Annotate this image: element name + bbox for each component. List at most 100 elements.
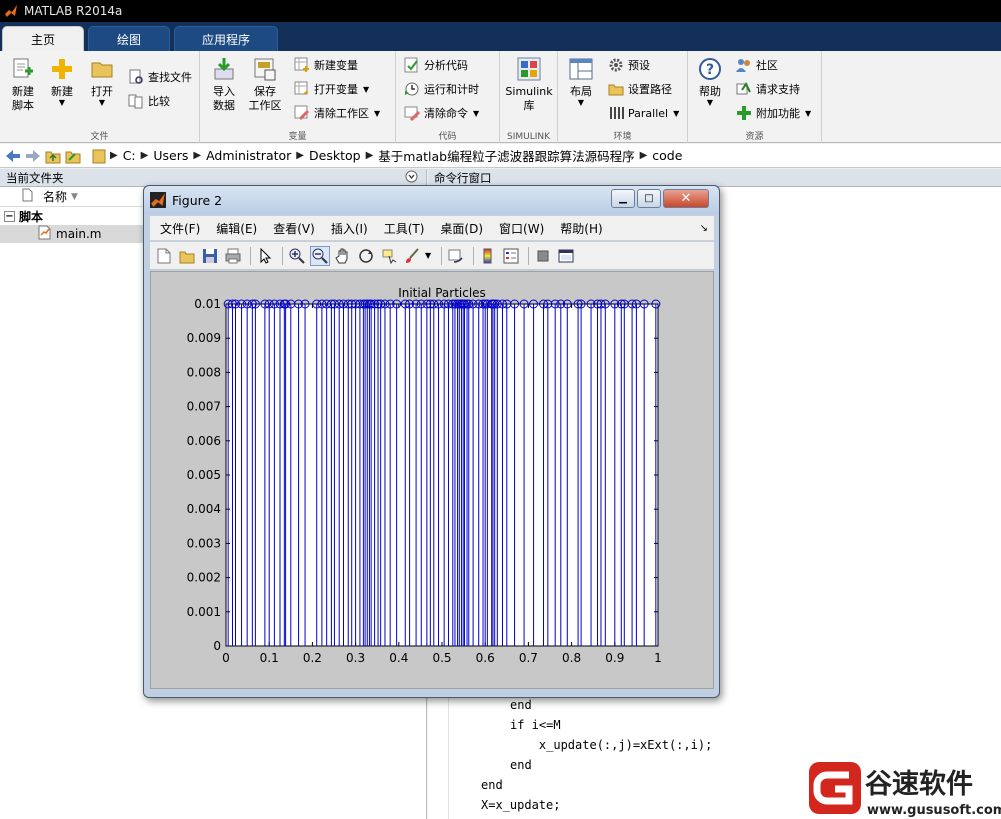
group-label-resources: 资源: [745, 132, 764, 142]
tab-plots[interactable]: 绘图: [88, 26, 170, 51]
figure-title: Figure 2: [172, 192, 223, 208]
run-and-time-button[interactable]: 运行和计时: [404, 79, 479, 99]
open-file-icon[interactable]: [177, 246, 197, 266]
new-button[interactable]: 新建 ▼: [46, 56, 78, 107]
menu-view[interactable]: 查看(V): [273, 220, 315, 237]
code-line: if i<=M: [510, 718, 561, 732]
path-separator: ▶: [365, 150, 374, 161]
menu-window[interactable]: 窗口(W): [499, 220, 544, 237]
dock-arrow-icon[interactable]: ↘: [700, 223, 708, 234]
analyze-code-button[interactable]: 分析代码: [404, 55, 468, 75]
group-label-environment: 环境: [613, 132, 632, 142]
rotate-3d-icon[interactable]: [356, 246, 376, 266]
clear-commands-button[interactable]: 清除命令 ▼: [404, 103, 479, 123]
stem-plot[interactable]: Initial Particles 0 0.1 0.2 0.3 0.4 0.5 0.6 0.7 0…: [151, 272, 713, 688]
breadcrumb-users[interactable]: Users: [153, 148, 188, 163]
legend-icon[interactable]: [501, 246, 521, 266]
browse-folder-icon[interactable]: [64, 147, 82, 165]
open-button[interactable]: 打开 ▼: [86, 56, 118, 107]
chevron-down-icon[interactable]: ▼: [425, 251, 431, 260]
collapse-icon[interactable]: −: [4, 210, 15, 222]
clear-workspace-button[interactable]: 清除工作区 ▼: [294, 103, 380, 123]
brush-icon[interactable]: [402, 246, 422, 266]
figure-window[interactable]: Figure 2 ▁ □ ✕ 文件(F) 编辑(E) 查看(V) 插入(I) 工…: [143, 185, 720, 698]
svg-text:?: ?: [706, 62, 714, 78]
close-icon: ✕: [680, 191, 692, 206]
pointer-icon[interactable]: [255, 246, 275, 266]
minimize-button[interactable]: ▁: [611, 189, 635, 208]
help-button[interactable]: ? 帮助 ▼: [696, 56, 724, 107]
new-script-button[interactable]: 新建 脚本: [6, 56, 40, 113]
gususoft-watermark: 谷速软件 www.gususoft.com: [805, 760, 1001, 819]
ribbon-group-environment: 布局 ▼ 预设 设置路径 Parallel ▼ 环境: [558, 51, 688, 143]
code-line: end: [510, 698, 532, 712]
zoom-in-icon[interactable]: [287, 246, 307, 266]
print-icon[interactable]: [223, 246, 243, 266]
figure-titlebar[interactable]: Figure 2 ▁ □ ✕: [144, 186, 719, 214]
current-folder-title: 当前文件夹: [6, 170, 64, 185]
new-variable-button[interactable]: 新建变量: [294, 55, 358, 75]
breadcrumb-code[interactable]: code: [652, 148, 682, 163]
zoom-out-icon[interactable]: [310, 245, 330, 266]
back-arrow-icon[interactable]: [4, 147, 22, 165]
close-button[interactable]: ✕: [663, 189, 709, 208]
community-label: 社区: [756, 59, 778, 72]
colorbar-icon[interactable]: [478, 246, 498, 266]
find-files-button[interactable]: 查找文件: [128, 67, 192, 87]
compare-button[interactable]: 比较: [128, 91, 170, 111]
chart-title: Initial Particles: [398, 286, 486, 300]
open-variable-button[interactable]: 打开变量 ▼: [294, 79, 369, 99]
menu-tools[interactable]: 工具(T): [384, 220, 425, 237]
x-tick-label: 0.8: [562, 651, 581, 665]
x-tick-label: 0.3: [346, 651, 365, 665]
menu-file[interactable]: 文件(F): [160, 220, 200, 237]
simulink-library-button[interactable]: Simulink 库: [504, 56, 554, 113]
x-tick-label: 0: [222, 651, 230, 665]
link-plot-icon[interactable]: [446, 246, 466, 266]
y-tick-label: 0.006: [187, 434, 221, 448]
menu-help[interactable]: 帮助(H): [560, 220, 602, 237]
tab-apps[interactable]: 应用程序: [174, 26, 278, 51]
panel-menu-icon[interactable]: [405, 170, 418, 186]
new-figure-icon[interactable]: [154, 246, 174, 266]
help-label: 帮助: [699, 85, 721, 98]
tab-home[interactable]: 主页: [2, 26, 84, 51]
layout-button[interactable]: 布局 ▼: [566, 56, 596, 107]
column-name-label: 名称: [43, 190, 68, 204]
breadcrumb-project[interactable]: 基于matlab编程粒子滤波器跟踪算法源码程序: [378, 146, 634, 165]
tree-file-label: main.m: [56, 227, 102, 241]
sort-arrow-icon: ▼: [71, 191, 78, 202]
community-button[interactable]: 社区: [736, 55, 778, 75]
request-support-label: 请求支持: [756, 83, 800, 96]
menu-desktop[interactable]: 桌面(D): [440, 220, 483, 237]
request-support-button[interactable]: 请求支持: [736, 79, 800, 99]
parallel-button[interactable]: Parallel ▼: [608, 103, 679, 123]
pan-hand-icon[interactable]: [333, 246, 353, 266]
ribbon-group-code: 分析代码 运行和计时 清除命令 ▼ 代码: [396, 51, 500, 143]
new-label: 新建: [51, 85, 73, 98]
show-plot-tools-icon[interactable]: [556, 246, 576, 266]
preferences-button[interactable]: 预设: [608, 55, 650, 75]
maximize-button[interactable]: □: [637, 189, 661, 208]
figure-canvas[interactable]: Initial Particles 0 0.1 0.2 0.3 0.4 0.5 0.6 0.7 0…: [150, 271, 714, 689]
addons-button[interactable]: 附加功能 ▼: [736, 103, 811, 123]
save-icon[interactable]: [200, 246, 220, 266]
menu-insert[interactable]: 插入(I): [331, 220, 368, 237]
up-folder-icon[interactable]: [44, 147, 62, 165]
save-workspace-icon: [252, 56, 278, 82]
community-icon: [736, 57, 752, 73]
forward-arrow-icon[interactable]: [24, 147, 42, 165]
toolbar-separator: [282, 246, 283, 265]
import-label-2: 数据: [213, 99, 235, 112]
data-cursor-icon[interactable]: [379, 246, 399, 266]
hide-plot-tools-icon[interactable]: [533, 246, 553, 266]
menu-edit[interactable]: 编辑(E): [216, 220, 257, 237]
breadcrumb-desktop[interactable]: Desktop: [309, 148, 361, 163]
save-workspace-button[interactable]: 保存 工作区: [246, 56, 284, 113]
compare-label: 比较: [148, 95, 170, 108]
breadcrumb-administrator[interactable]: Administrator: [206, 148, 291, 163]
breadcrumb-drive[interactable]: C:: [123, 148, 136, 163]
import-data-button[interactable]: 导入 数据: [208, 56, 240, 113]
x-tick-label: 0.9: [605, 651, 624, 665]
set-path-button[interactable]: 设置路径: [608, 79, 672, 99]
